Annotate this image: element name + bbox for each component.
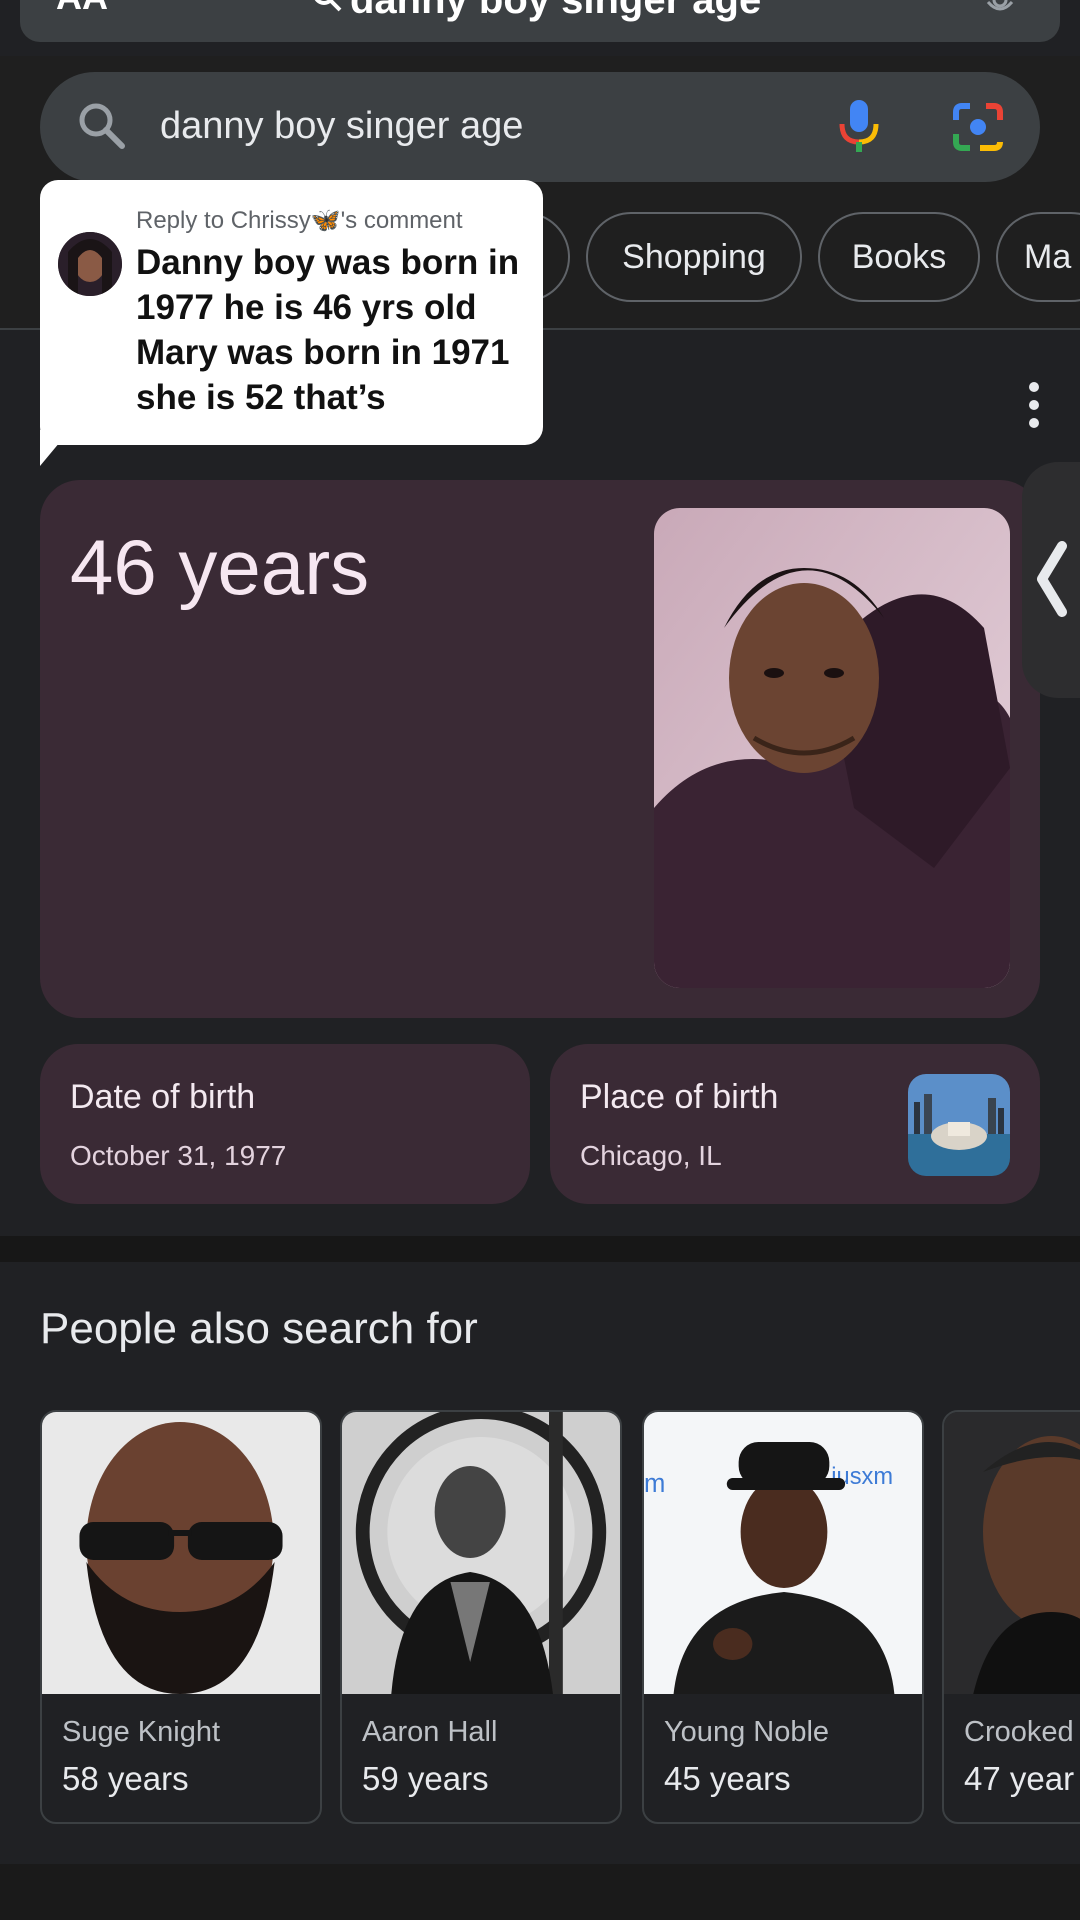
person-name: Suge Knight [62,1716,221,1748]
microphone-icon[interactable] [984,0,1016,20]
search-icon [314,0,342,12]
chip-shopping[interactable]: Shopping [586,212,802,302]
person-age: 47 year [964,1760,1075,1797]
person-card[interactable]: Crooked 47 year [942,1410,1080,1824]
person-name: Aaron Hall [362,1716,498,1748]
person-card[interactable]: m iusxm Young Noble 45 years [642,1410,924,1824]
lens-icon[interactable] [952,102,1004,152]
chevron-left-icon[interactable] [1032,540,1068,618]
search-icon [79,103,125,149]
person-name: Crooked [964,1716,1074,1748]
person-photo[interactable] [654,508,1010,988]
microphone-icon[interactable] [836,100,882,152]
url-text[interactable]: danny boy singer age [350,0,761,23]
more-vert-icon[interactable] [1024,380,1044,430]
section-separator [0,1236,1080,1262]
date-of-birth-card[interactable] [40,1044,530,1204]
people-also-search-title: People also search for [40,1304,478,1353]
person-image [42,1412,320,1694]
bubble-tail [40,430,70,466]
person-age: 58 years [62,1760,189,1797]
person-age: 59 years [362,1760,489,1797]
place-of-birth-value: Chicago, IL [580,1140,722,1171]
date-of-birth-value: October 31, 1977 [70,1140,287,1171]
person-image [944,1412,1080,1694]
text-size-button[interactable]: AA [56,0,108,18]
avatar [58,232,122,296]
person-card[interactable]: Aaron Hall 59 years [340,1410,622,1824]
comment-text: Danny boy was born in 1977 he is 46 yrs … [136,243,520,417]
person-name: Young Noble [664,1716,830,1748]
svg-text:m: m [644,1470,665,1498]
person-image: m iusxm [644,1412,922,1694]
place-of-birth-label: Place of birth [580,1078,779,1116]
person-image [342,1412,620,1694]
person-card[interactable]: Suge Knight 58 years [40,1410,322,1824]
age-answer: 46 years [70,523,370,611]
date-of-birth-label: Date of birth [70,1078,256,1116]
comment-reply-header: Reply to Chrissy🦋's comment [136,207,463,234]
search-input[interactable]: danny boy singer age [160,105,523,148]
chip-maps[interactable]: Ma [996,212,1080,302]
chip-books[interactable]: Books [818,212,980,302]
bottom-separator [0,1864,1080,1920]
person-age: 45 years [664,1760,791,1797]
place-thumbnail[interactable] [908,1074,1010,1176]
